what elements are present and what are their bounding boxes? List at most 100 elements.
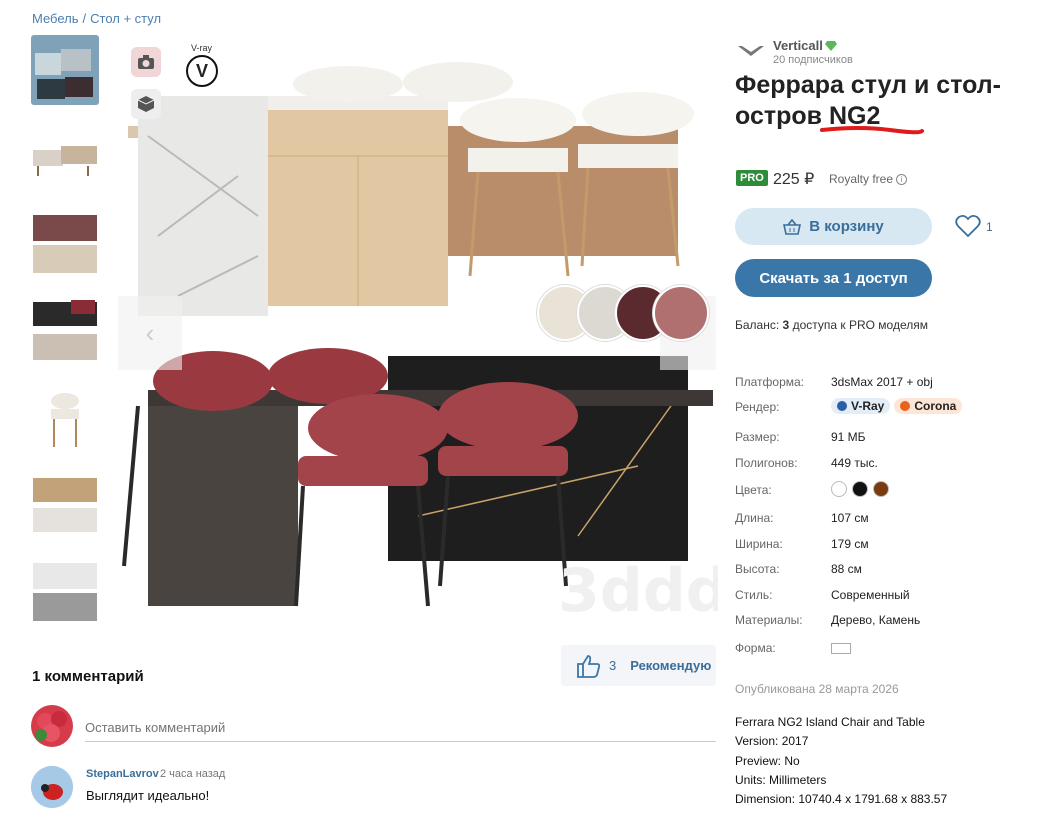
spec-value: 107 см (831, 511, 869, 525)
spec-key: Форма: (735, 641, 776, 655)
description-line: Ferrara NG2 Island Chair and Table (735, 715, 925, 729)
spec-render: Рендер: V-Ray Corona (735, 398, 1035, 420)
spec-shape: Форма: (735, 641, 1035, 661)
pro-badge: PRO (736, 170, 768, 186)
price: 225 ₽ (773, 171, 815, 188)
add-to-cart-label: В корзину (809, 218, 884, 235)
spec-key: Платформа: (735, 375, 805, 389)
breadcrumb-link-furniture[interactable]: Мебель (32, 11, 79, 26)
gem-icon (825, 41, 837, 51)
3d-view-button[interactable] (131, 89, 161, 119)
description-line: Dimension: 10740.4 x 1791.68 x 883.57 (735, 792, 948, 807)
comment-author[interactable]: StepanLavrov (86, 768, 159, 780)
description-line: Units: Millimeters (735, 772, 827, 787)
spec-length: Длина: 107 см (735, 511, 1035, 531)
spec-materials: Материалы: Дерево, Камень (735, 613, 1035, 633)
vray-icon: V (186, 55, 218, 87)
comments-title: 1 комментарий (32, 668, 144, 685)
spec-polygons: Полигонов: 449 тыс. (735, 456, 1035, 476)
spec-key: Стиль: (735, 588, 773, 602)
svg-text:3ddd: 3ddd (558, 556, 718, 616)
balance-suffix: доступа к PRO моделям (792, 318, 928, 332)
spec-style: Стиль: Современный (735, 588, 1035, 608)
thumbnail-5[interactable] (31, 383, 99, 453)
vray-badge[interactable]: V-Ray (831, 398, 891, 414)
chevron-left-icon: ‹ (145, 317, 155, 348)
breadcrumb-link-table-chair[interactable]: Стол + стул (90, 11, 161, 26)
description-line: Version: 2017 (735, 734, 809, 749)
author-logo[interactable] (736, 40, 766, 64)
download-button[interactable]: Скачать за 1 доступ (735, 259, 932, 297)
basket-icon (783, 218, 802, 235)
product-title: Феррара стул и стол-остров NG2 (735, 71, 1001, 130)
thumbnail-2[interactable] (31, 122, 99, 192)
recommend-button[interactable]: 3 Рекомендую (561, 645, 716, 686)
thumbnail-6[interactable] (31, 470, 99, 540)
color-dots (831, 481, 894, 497)
spec-colors: Цвета: (735, 481, 1035, 503)
color-swatch-dot[interactable] (852, 481, 868, 497)
recommend-count: 3 (609, 658, 617, 673)
vray-badge-label: V-Ray (851, 399, 885, 413)
corona-dot-icon (900, 401, 911, 411)
corona-badge-label: Corona (914, 399, 957, 413)
corona-badge[interactable]: Corona (894, 398, 963, 414)
spec-key: Ширина: (735, 537, 783, 551)
color-swatch-dot[interactable] (831, 481, 847, 497)
spec-value (831, 641, 851, 655)
likes-count: 1 (986, 220, 993, 234)
spec-value: 88 см (831, 562, 862, 576)
license-label: Royalty free i (829, 172, 908, 186)
thumbnail-1[interactable] (31, 35, 99, 105)
prev-image-button[interactable]: ‹ (118, 296, 182, 370)
recommend-label: Рекомендую (630, 658, 712, 673)
spec-key: Высота: (735, 562, 780, 576)
spec-value: 179 см (831, 537, 869, 551)
spec-value: 449 тыс. (831, 456, 878, 470)
spec-value: 3dsMax 2017 + obj (831, 375, 933, 389)
spec-key: Рендер: (735, 400, 780, 414)
spec-size: Размер: 91 МБ (735, 430, 1035, 450)
highlight-underline (820, 126, 924, 135)
color-swatch-dot[interactable] (873, 481, 889, 497)
license-text: Royalty free (829, 172, 894, 186)
camera-button[interactable] (131, 47, 161, 77)
spec-height: Высота: 88 см (735, 562, 1035, 582)
info-icon[interactable]: i (896, 174, 908, 186)
spec-value: V-Ray Corona (831, 398, 966, 414)
comment-input[interactable] (85, 714, 716, 742)
spec-key: Размер: (735, 430, 780, 444)
spec-value[interactable]: Современный (831, 588, 910, 602)
spec-key: Цвета: (735, 483, 772, 497)
vray-label: V-ray (191, 43, 213, 53)
spec-key: Материалы: (735, 613, 803, 627)
spec-key: Полигонов: (735, 456, 798, 470)
spec-width: Ширина: 179 см (735, 537, 1035, 557)
author-name[interactable]: Verticall (773, 38, 823, 53)
spec-value[interactable]: Дерево, Камень (831, 613, 920, 627)
breadcrumb-separator: / (82, 11, 87, 26)
author-subscribers: 20 подписчиков (773, 54, 853, 66)
published-date: Опубликована 28 марта 2026 (735, 682, 899, 696)
thumbnail-4[interactable] (31, 296, 99, 366)
camera-icon (138, 55, 154, 69)
spec-value: 91 МБ (831, 430, 866, 444)
rectangle-shape-icon[interactable] (831, 643, 851, 655)
balance-count: 3 (782, 318, 790, 332)
breadcrumb: Мебель / Стол + стул (32, 11, 161, 26)
thumbs-up-icon (577, 654, 601, 678)
commenter-avatar (31, 766, 73, 808)
heart-icon[interactable] (955, 213, 981, 239)
balance: Баланс: 3 доступа к PRO моделям (735, 318, 928, 332)
add-to-cart-button[interactable]: В корзину (735, 208, 932, 245)
balance-prefix: Баланс: (735, 318, 780, 332)
spec-platform: Платформа: 3dsMax 2017 + obj (735, 375, 1035, 395)
cube-icon (137, 96, 155, 112)
description: Ferrara NG2 Island Chair and Table Versi… (735, 713, 947, 809)
vray-dot-icon (837, 401, 847, 411)
spec-key: Длина: (735, 511, 774, 525)
thumbnail-3[interactable] (31, 209, 99, 279)
thumbnail-7[interactable] (31, 557, 99, 627)
swatch-4[interactable] (653, 285, 709, 341)
description-line: Preview: No (735, 753, 800, 768)
